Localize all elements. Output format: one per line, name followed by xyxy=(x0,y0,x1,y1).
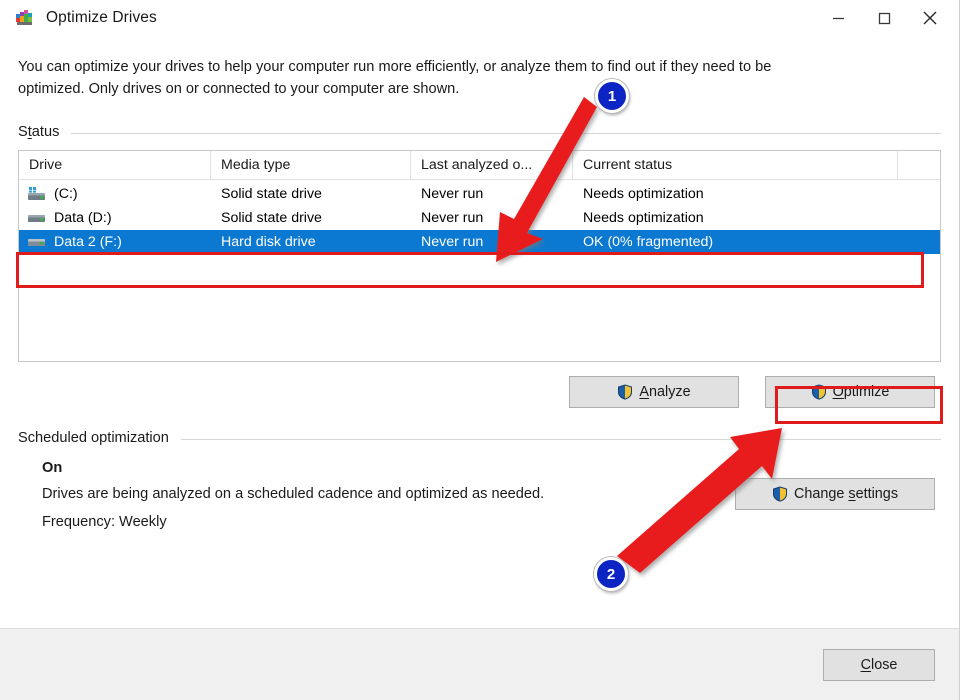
status-section-header: Status xyxy=(18,124,941,140)
table-row-selected[interactable]: Data 2 (F:) Hard disk drive Never run OK… xyxy=(19,230,940,254)
cell-drive: Data 2 (F:) xyxy=(19,230,211,254)
change-settings-container: Change settings xyxy=(735,478,935,510)
cell-drive: Data (D:) xyxy=(19,206,211,230)
scheduled-body: On Drives are being analyzed on a schedu… xyxy=(18,460,941,530)
cell-last-analyzed: Never run xyxy=(411,230,573,254)
status-label-post: atus xyxy=(32,124,60,140)
section-divider xyxy=(181,439,941,440)
main-content: You can optimize your drives to help you… xyxy=(0,36,959,628)
scheduled-frequency: Frequency: Weekly xyxy=(42,514,941,530)
analyze-button-label: Analyze xyxy=(639,384,690,400)
drive-icon xyxy=(27,234,47,250)
table-row[interactable]: (C:) Solid state drive Never run Needs o… xyxy=(19,182,940,206)
status-section-label: Status xyxy=(18,124,59,140)
title-bar: Optimize Drives xyxy=(0,0,959,36)
change-settings-button[interactable]: Change settings xyxy=(735,478,935,510)
cell-drive: (C:) xyxy=(19,182,211,206)
uac-shield-icon xyxy=(772,486,788,502)
optimize-button[interactable]: Optimize xyxy=(765,376,935,408)
drive-icon xyxy=(27,210,47,226)
cell-current-status: Needs optimization xyxy=(573,182,898,206)
column-header-media-type[interactable]: Media type xyxy=(211,151,411,179)
optimize-button-label: Optimize xyxy=(833,384,890,400)
defrag-icon xyxy=(14,7,36,29)
drive-list-rows: (C:) Solid state drive Never run Needs o… xyxy=(19,180,940,254)
uac-shield-icon xyxy=(811,384,827,400)
uac-shield-icon xyxy=(617,384,633,400)
close-button-label: Close xyxy=(861,657,898,673)
status-label-pre: S xyxy=(18,124,28,140)
table-row[interactable]: Data (D:) Solid state drive Never run Ne… xyxy=(19,206,940,230)
cell-media-type: Solid state drive xyxy=(211,182,411,206)
analyze-button[interactable]: Analyze xyxy=(569,376,739,408)
drive-label: Data 2 (F:) xyxy=(54,234,122,250)
cell-last-analyzed: Never run xyxy=(411,206,573,230)
column-header-drive[interactable]: Drive xyxy=(19,151,211,179)
scheduled-state: On xyxy=(42,460,941,476)
cell-media-type: Hard disk drive xyxy=(211,230,411,254)
close-button[interactable]: Close xyxy=(823,649,935,681)
column-header-last-analyzed[interactable]: Last analyzed o... xyxy=(411,151,573,179)
drive-list-header: Drive Media type Last analyzed o... Curr… xyxy=(19,151,940,180)
optimize-drives-window: Optimize Drives You can opt xyxy=(0,0,960,700)
action-button-row: Analyze Optimize xyxy=(18,376,941,408)
intro-line-1: You can optimize your drives to help you… xyxy=(18,56,918,78)
system-drive-icon xyxy=(27,186,47,202)
column-header-spacer xyxy=(898,151,940,179)
drive-label: Data (D:) xyxy=(54,210,112,226)
drive-label: (C:) xyxy=(54,186,78,202)
section-divider xyxy=(71,133,941,134)
scheduled-section-label: Scheduled optimization xyxy=(18,430,169,446)
cell-last-analyzed: Never run xyxy=(411,182,573,206)
cell-current-status: Needs optimization xyxy=(573,206,898,230)
cell-current-status: OK (0% fragmented) xyxy=(573,230,898,254)
column-header-current-status[interactable]: Current status xyxy=(573,151,898,179)
scheduled-section-header: Scheduled optimization xyxy=(18,430,941,446)
cell-media-type: Solid state drive xyxy=(211,206,411,230)
change-settings-label: Change settings xyxy=(794,486,898,502)
intro-line-2: optimized. Only drives on or connected t… xyxy=(18,78,918,100)
drive-list[interactable]: Drive Media type Last analyzed o... Curr… xyxy=(18,150,941,362)
maximize-icon[interactable] xyxy=(861,1,907,35)
window-controls xyxy=(815,0,953,36)
close-icon[interactable] xyxy=(907,1,953,35)
dialog-footer: Close xyxy=(0,628,959,700)
minimize-icon[interactable] xyxy=(815,1,861,35)
window-title: Optimize Drives xyxy=(46,9,157,27)
intro-text: You can optimize your drives to help you… xyxy=(18,56,918,100)
